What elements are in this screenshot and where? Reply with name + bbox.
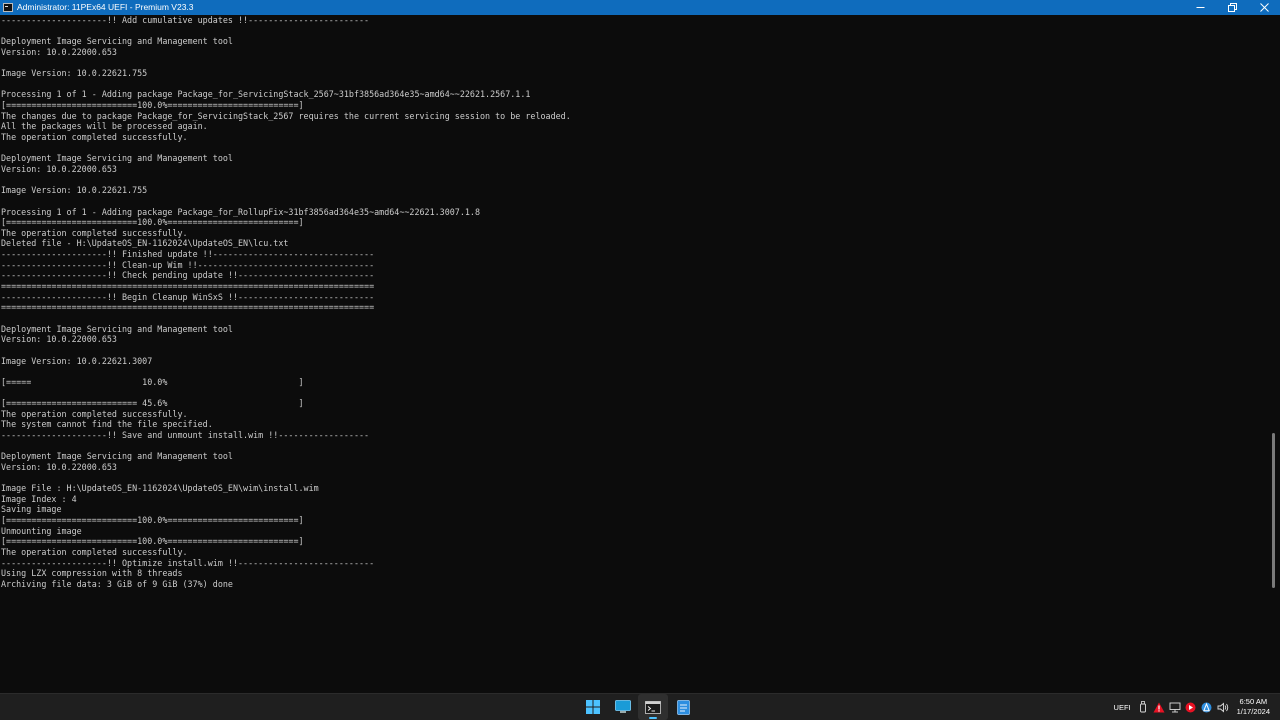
clock-time: 6:50 AM bbox=[1239, 697, 1268, 706]
console-line: [==========================100.0%=======… bbox=[1, 100, 304, 111]
accessibility-icon[interactable] bbox=[1201, 701, 1213, 713]
console-line: Image Index : 4 bbox=[1, 493, 77, 504]
minimize-icon bbox=[1196, 7, 1204, 8]
console-line: Image Version: 10.0.22621.755 bbox=[1, 185, 148, 196]
windows-start-icon bbox=[586, 700, 600, 714]
taskbar-terminal-button[interactable] bbox=[638, 694, 668, 720]
console-line: ---------------------!! Check pending up… bbox=[1, 270, 375, 281]
notepad-icon bbox=[676, 699, 690, 715]
desktop-explorer-icon bbox=[615, 700, 631, 713]
taskbar-desktop-button[interactable] bbox=[608, 694, 638, 720]
taskbar-apps bbox=[578, 694, 698, 720]
console-output[interactable]: ---------------------!! Add cumulative u… bbox=[0, 15, 1268, 693]
console-line: ---------------------!! Clean-up Wim !!-… bbox=[1, 259, 375, 270]
console-line: Processing 1 of 1 - Adding package Packa… bbox=[1, 206, 481, 217]
console-line: Unmounting image bbox=[1, 525, 82, 536]
uefi-label: UEFI bbox=[1113, 702, 1131, 712]
minimize-button[interactable] bbox=[1184, 0, 1216, 15]
console-line: [===== 10.0% ] bbox=[1, 376, 304, 387]
console-line: Version: 10.0.22000.653 bbox=[1, 461, 117, 472]
console-line: Deployment Image Servicing and Managemen… bbox=[1, 323, 233, 334]
console-line: Image Version: 10.0.22621.3007 bbox=[1, 355, 153, 366]
media-record-icon[interactable] bbox=[1185, 701, 1197, 713]
console-app-icon bbox=[3, 3, 13, 12]
console-line: Archiving file data: 3 GiB of 9 GiB (37%… bbox=[1, 578, 233, 589]
console-line: Deployment Image Servicing and Managemen… bbox=[1, 36, 233, 47]
taskbar-notepad-button[interactable] bbox=[668, 694, 698, 720]
console-line: Using LZX compression with 8 threads bbox=[1, 568, 183, 579]
window-title: Administrator: 11PEx64 UEFI - Premium V2… bbox=[17, 2, 194, 12]
start-button[interactable] bbox=[578, 694, 608, 720]
terminal-icon bbox=[645, 700, 661, 714]
console-line: Deleted file - H:\UpdateOS_EN-1162024\Up… bbox=[1, 238, 289, 249]
taskbar: UEFI 6:50 AM 1/17/2024 bbox=[0, 693, 1280, 720]
console-line: The operation completed successfully. bbox=[1, 227, 188, 238]
console-line: ---------------------!! Finished update … bbox=[1, 249, 375, 260]
console-line: Saving image bbox=[1, 504, 62, 515]
console-line: The system cannot find the file specifie… bbox=[1, 419, 213, 430]
console-line: ---------------------!! Add cumulative u… bbox=[1, 15, 370, 25]
console-line: The changes due to package Package_for_S… bbox=[1, 110, 571, 121]
console-line: [==========================100.0%=======… bbox=[1, 217, 304, 228]
usb-eject-icon[interactable] bbox=[1137, 701, 1149, 713]
clock-date: 1/17/2024 bbox=[1236, 707, 1270, 716]
console-line: ---------------------!! Optimize install… bbox=[1, 557, 375, 568]
window-controls bbox=[1184, 0, 1280, 15]
console-line: Image File : H:\UpdateOS_EN-1162024\Upda… bbox=[1, 483, 319, 494]
console-line: Version: 10.0.22000.653 bbox=[1, 163, 117, 174]
console-line: [==========================100.0%=======… bbox=[1, 536, 304, 547]
close-icon bbox=[1259, 3, 1269, 12]
console-line: ---------------------!! Begin Cleanup Wi… bbox=[1, 291, 375, 302]
network-icon[interactable] bbox=[1169, 701, 1181, 713]
console-line: Version: 10.0.22000.653 bbox=[1, 334, 117, 345]
console-line: Version: 10.0.22000.653 bbox=[1, 46, 117, 57]
restore-icon bbox=[1227, 3, 1237, 12]
network-warning-icon[interactable] bbox=[1153, 701, 1165, 713]
scrollbar-thumb[interactable] bbox=[1272, 433, 1275, 588]
console-line: Processing 1 of 1 - Adding package Packa… bbox=[1, 89, 531, 100]
console-line: The operation completed successfully. bbox=[1, 132, 188, 143]
volume-icon[interactable] bbox=[1217, 701, 1229, 713]
console-line: Deployment Image Servicing and Managemen… bbox=[1, 451, 233, 462]
console-line: [==========================100.0%=======… bbox=[1, 515, 304, 526]
console-scrollbar[interactable] bbox=[1268, 15, 1280, 693]
taskbar-clock[interactable]: 6:50 AM 1/17/2024 bbox=[1237, 697, 1270, 717]
console-line: Deployment Image Servicing and Managemen… bbox=[1, 153, 233, 164]
console-line: The operation completed successfully. bbox=[1, 547, 188, 558]
console-line: ========================================… bbox=[1, 302, 375, 313]
restore-button[interactable] bbox=[1216, 0, 1248, 15]
console-line: The operation completed successfully. bbox=[1, 408, 188, 419]
close-button[interactable] bbox=[1248, 0, 1280, 15]
console-line: [========================== 45.6% ] bbox=[1, 398, 304, 409]
console-line: ---------------------!! Save and unmount… bbox=[1, 429, 370, 440]
console-line: ========================================… bbox=[1, 281, 375, 292]
console-line: All the packages will be processed again… bbox=[1, 121, 208, 132]
system-tray: UEFI 6:50 AM 1/17/2024 bbox=[1114, 694, 1276, 720]
window-titlebar[interactable]: Administrator: 11PEx64 UEFI - Premium V2… bbox=[0, 0, 1280, 15]
console-line: Image Version: 10.0.22621.755 bbox=[1, 68, 148, 79]
